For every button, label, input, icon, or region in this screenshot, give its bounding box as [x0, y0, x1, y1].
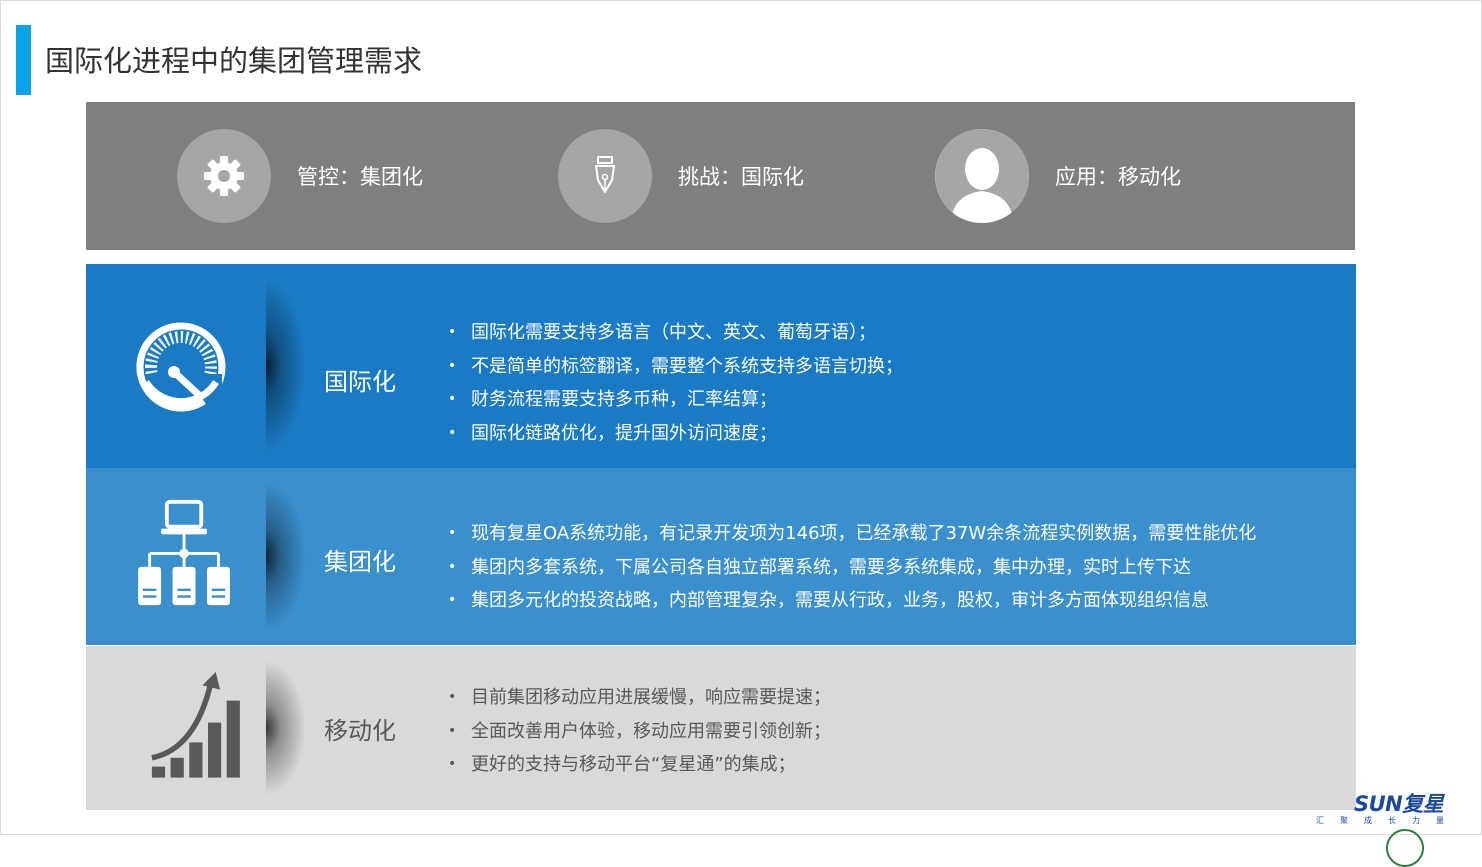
- divider-shadow: [266, 482, 306, 631]
- list-item: 更好的支持与移动平台“复星通”的集成；: [448, 748, 831, 782]
- header-item-challenge: 挑战：国际化: [558, 129, 804, 223]
- logo-text: SUN复星: [1354, 792, 1444, 816]
- section-group: 集团化 现有复星OA系统功能，有记录开发项为146项，已经承载了37W余条流程实…: [86, 468, 1356, 645]
- header-label-challenge: 挑战：国际化: [678, 165, 804, 189]
- gear-icon: [177, 129, 271, 223]
- section-title: 集团化: [324, 548, 396, 576]
- page-title: 国际化进程中的集团管理需求: [45, 44, 423, 78]
- section-internationalization: 国际化 国际化需要支持多语言（中文、英文、葡萄牙语）； 不是简单的标签翻译，需要…: [86, 264, 1356, 468]
- company-logo: SUN复星 汇聚成长力量: [1316, 788, 1456, 867]
- list-item: 财务流程需要支持多币种，汇率结算；: [448, 383, 903, 417]
- bullet-list: 国际化需要支持多语言（中文、英文、葡萄牙语）； 不是简单的标签翻译，需要整个系统…: [448, 316, 903, 450]
- divider-shadow: [266, 660, 306, 796]
- list-item: 现有复星OA系统功能，有记录开发项为146项，已经承载了37W余条流程实例数据，…: [448, 517, 1256, 551]
- growth-chart-icon: [151, 672, 240, 778]
- list-item: 不是简单的标签翻译，需要整个系统支持多语言切换；: [448, 350, 903, 384]
- list-item: 全面改善用户体验，移动应用需要引领创新；: [448, 715, 831, 749]
- section-title: 移动化: [324, 717, 396, 745]
- list-item: 目前集团移动应用进展缓慢，响应需要提速；: [448, 681, 831, 715]
- user-silhouette-icon: [935, 129, 1029, 223]
- network-servers-icon: [138, 499, 230, 606]
- title-accent-bar: [16, 25, 31, 95]
- header-item-control: 管控：集团化: [177, 129, 423, 223]
- section-mobile: 移动化 目前集团移动应用进展缓慢，响应需要提速； 全面改善用户体验，移动应用需要…: [86, 646, 1356, 810]
- header-label-application: 应用：移动化: [1055, 165, 1181, 189]
- list-item: 集团内多套系统，下属公司各自独立部署系统，需要多系统集成，集中办理，实时上传下达: [448, 551, 1256, 585]
- logo-tagline: 汇聚成长力量: [1316, 816, 1460, 825]
- pen-nib-icon: [558, 129, 652, 223]
- section-title: 国际化: [324, 368, 396, 396]
- header-item-application: 应用：移动化: [935, 129, 1181, 223]
- list-item: 集团多元化的投资战略，内部管理复杂，需要从行政，业务，股权，审计多方面体现组织信…: [448, 584, 1256, 618]
- bullet-list: 目前集团移动应用进展缓慢，响应需要提速； 全面改善用户体验，移动应用需要引领创新…: [448, 681, 831, 782]
- divider-shadow: [266, 278, 306, 454]
- header-label-control: 管控：集团化: [297, 165, 423, 189]
- bullet-list: 现有复星OA系统功能，有记录开发项为146项，已经承载了37W余条流程实例数据，…: [448, 517, 1256, 618]
- header-band: 管控：集团化 挑战：国际化 应用：移动化: [86, 102, 1355, 250]
- speedometer-icon: [136, 322, 226, 412]
- list-item: 国际化链路优化，提升国外访问速度；: [448, 417, 903, 451]
- list-item: 国际化需要支持多语言（中文、英文、葡萄牙语）；: [448, 316, 903, 350]
